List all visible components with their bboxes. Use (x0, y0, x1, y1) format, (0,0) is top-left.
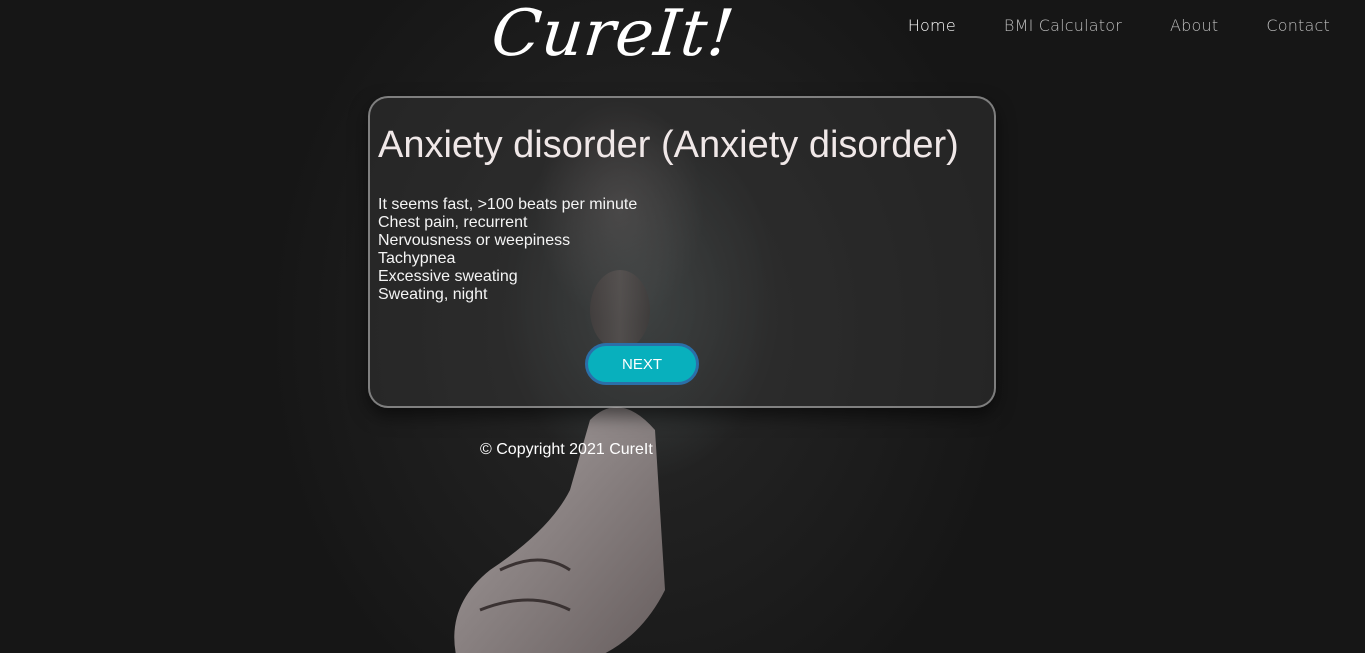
diagnosis-title: Anxiety disorder (Anxiety disorder) (378, 124, 959, 166)
nav-about-link[interactable]: About (1170, 16, 1218, 35)
symptom-item: It seems fast, >100 beats per minute (378, 196, 638, 213)
symptom-item: Chest pain, recurrent (378, 214, 528, 231)
site-logo[interactable]: CureIt! (488, 0, 738, 71)
nav-home-link[interactable]: Home (908, 16, 956, 35)
next-button[interactable]: NEXT (585, 343, 699, 385)
symptom-list: It seems fast, >100 beats per minute Che… (378, 196, 637, 304)
symptom-item: Sweating, night (378, 286, 488, 303)
copyright-text: © Copyright 2021 CureIt (480, 441, 653, 458)
symptom-item: Nervousness or weepiness (378, 232, 571, 249)
diagnosis-card: Anxiety disorder (Anxiety disorder) It s… (368, 96, 996, 408)
nav-bmi-calculator-link[interactable]: BMI Calculator (1004, 16, 1122, 35)
symptom-item: Tachypnea (378, 250, 456, 267)
symptom-item: Excessive sweating (378, 268, 518, 285)
nav-contact-link[interactable]: Contact (1266, 16, 1330, 35)
page-background: CureIt! Home BMI Calculator About Contac… (0, 0, 1365, 653)
main-nav: Home BMI Calculator About Contact (908, 16, 1330, 35)
